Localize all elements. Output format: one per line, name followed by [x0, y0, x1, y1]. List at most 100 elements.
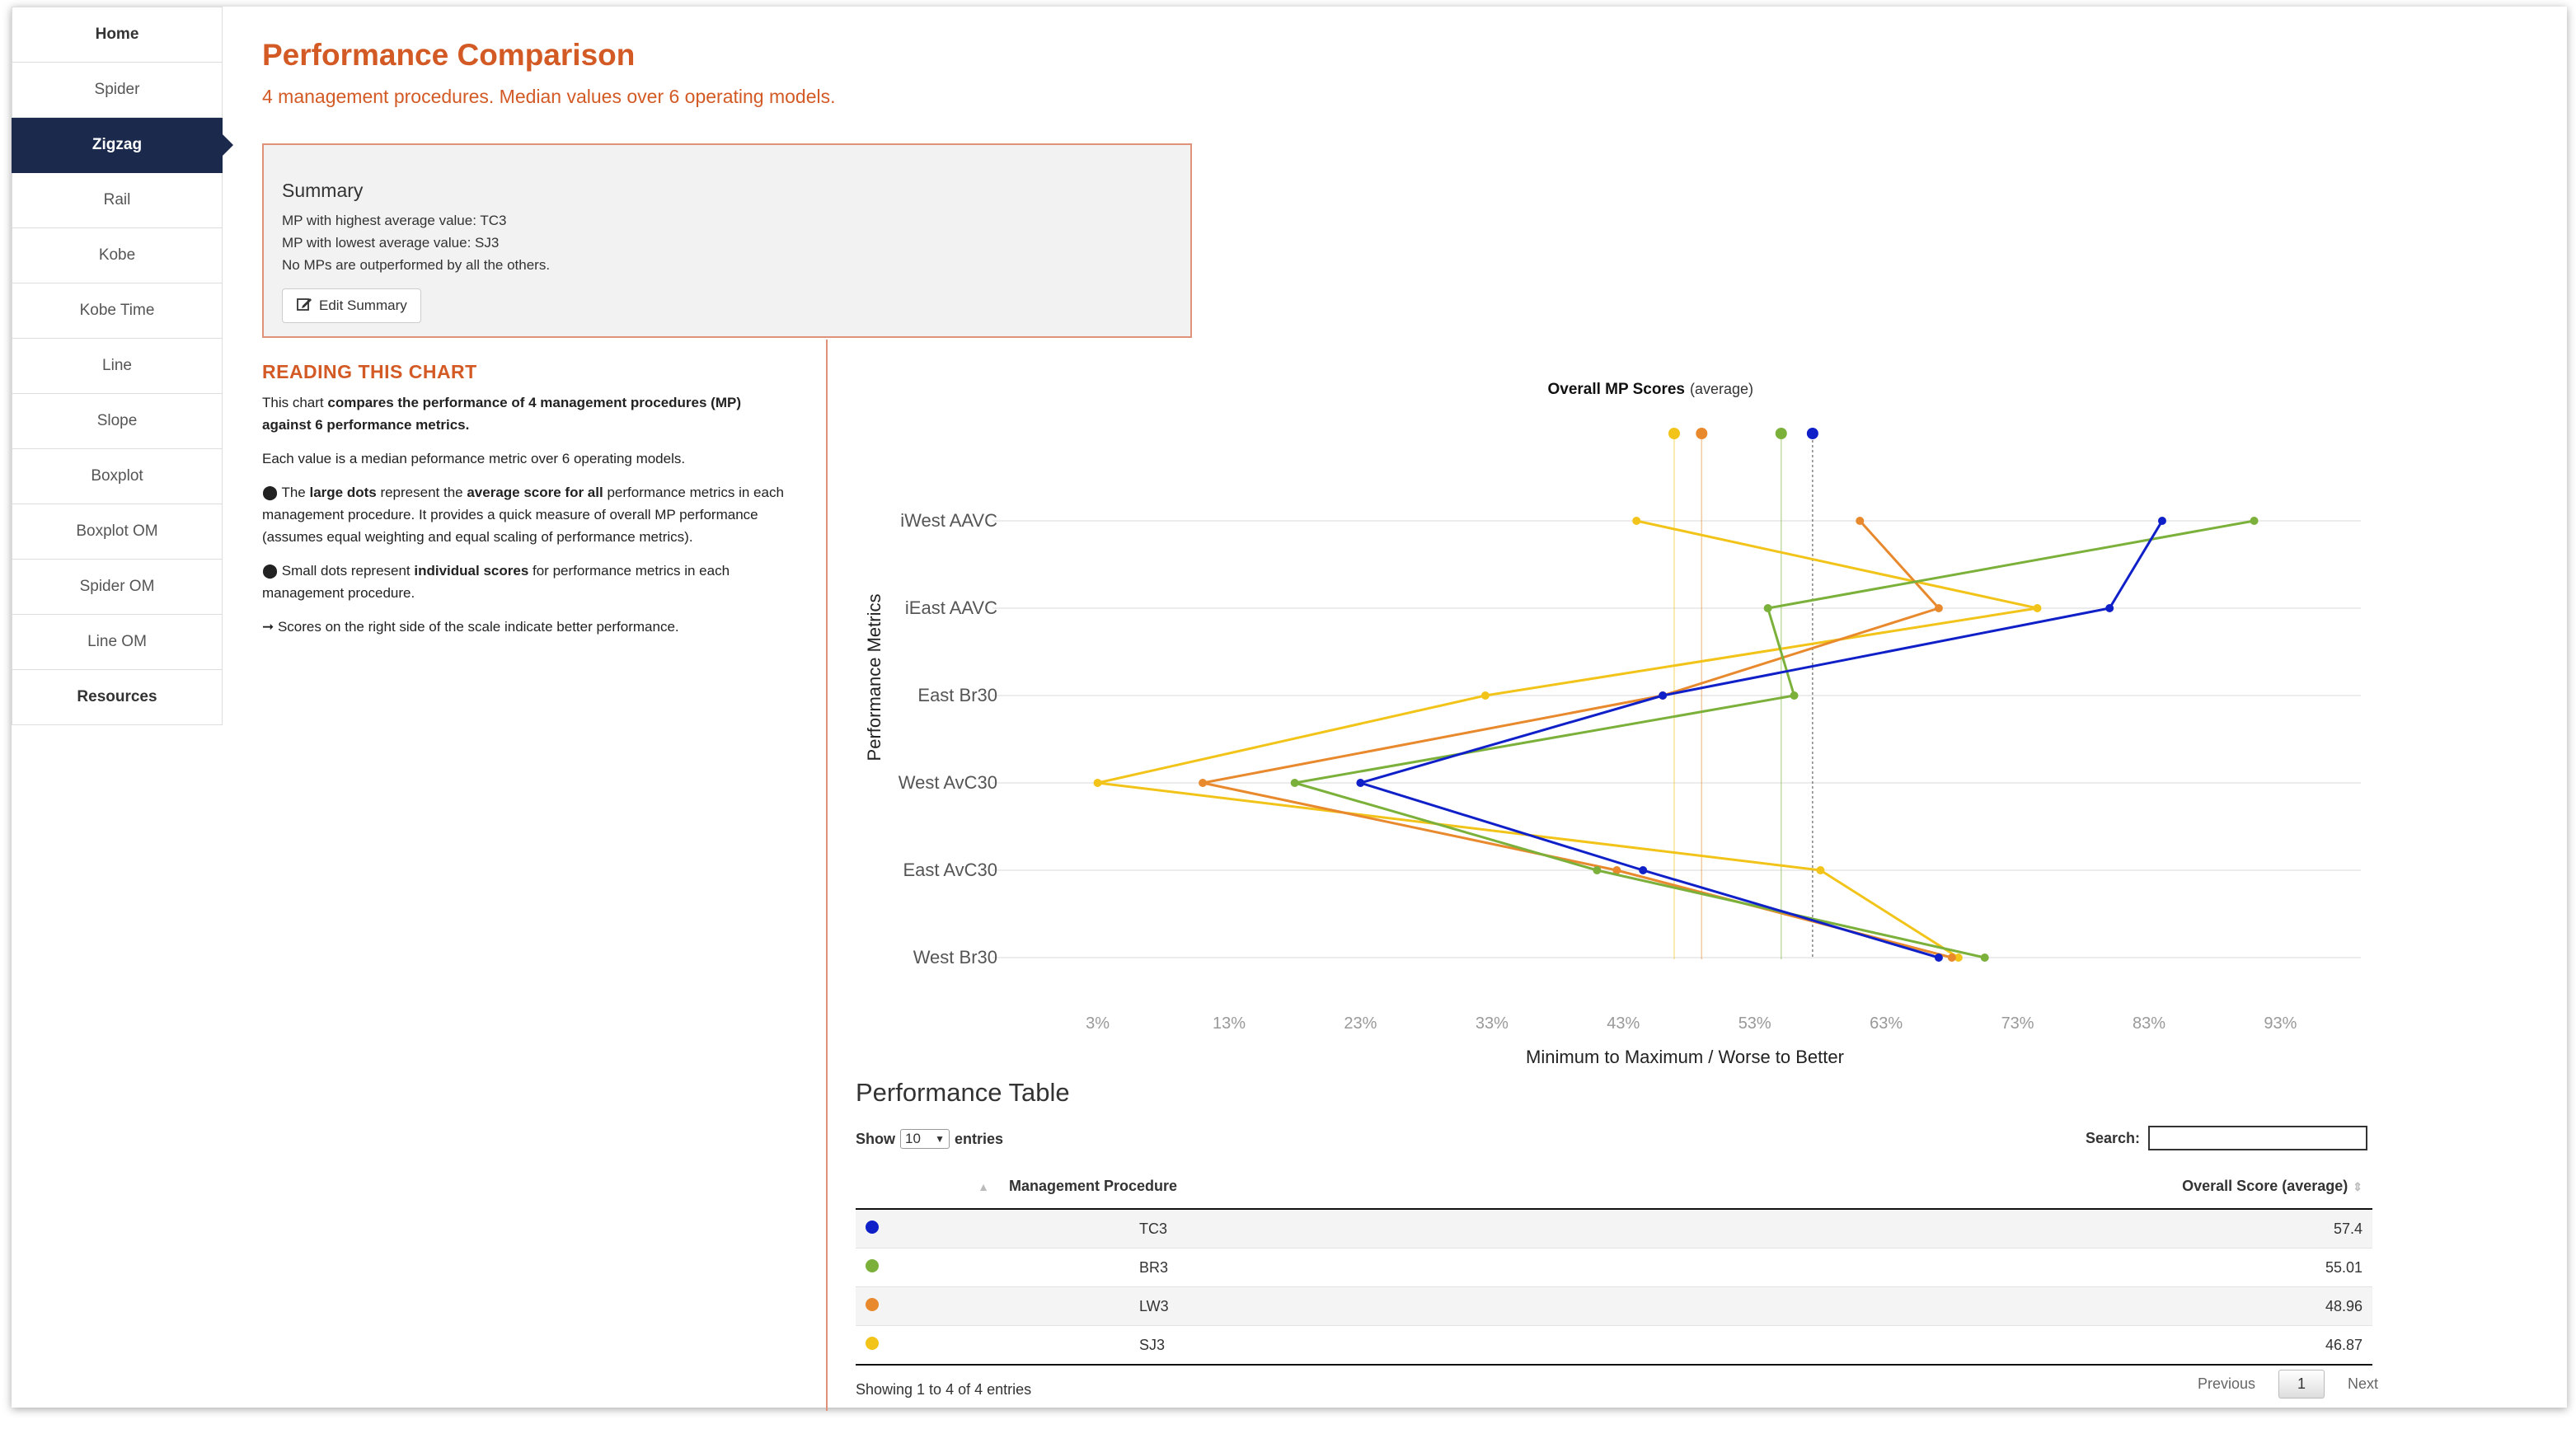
y-axis-label: Performance Metrics [864, 594, 884, 761]
mp-score-cell: 48.96 [1678, 1286, 2372, 1326]
reading-paragraph-2: Each value is a median peformance metric… [262, 451, 686, 466]
data-point [1290, 779, 1299, 787]
summary-line-outperformed: No MPs are outperformed by all the other… [282, 257, 551, 273]
table-search: Search: [2086, 1126, 2368, 1150]
next-page-button[interactable]: Next [2330, 1370, 2396, 1398]
sidebar-item-kobe-time[interactable]: Kobe Time [12, 283, 223, 339]
sidebar-item-boxplot-om[interactable]: Boxplot OM [12, 504, 223, 560]
x-axis-label: Minimum to Maximum / Worse to Better [1526, 1047, 1844, 1067]
sidebar-item-resources[interactable]: Resources [12, 670, 223, 725]
show-entries-control: Show 10 ▼ entries [856, 1129, 1003, 1149]
data-point [1632, 517, 1641, 525]
reading-paragraph-5: ➞ Scores on the right side of the scale … [262, 619, 679, 635]
data-point [2157, 517, 2166, 525]
sidebar-nav: Home Spider Zigzag Rail Kobe Kobe Time L… [12, 7, 233, 725]
sort-icon: ⇕ [2353, 1179, 2363, 1193]
data-point [1199, 779, 1208, 787]
reading-paragraph-1: This chart compares the performance of 4… [262, 395, 741, 433]
x-tick-label: 43% [1607, 1014, 1640, 1033]
x-tick-label: 93% [2264, 1014, 2297, 1033]
average-dot [1775, 428, 1787, 439]
column-header-mp[interactable]: Management Procedure [999, 1164, 1678, 1210]
data-point [1763, 604, 1772, 612]
chart-title-suffix: (average) [1690, 381, 1753, 397]
sidebar-item-kobe[interactable]: Kobe [12, 228, 223, 283]
sidebar-item-boxplot[interactable]: Boxplot [12, 449, 223, 504]
data-point [1639, 866, 1648, 874]
data-point [1934, 953, 1943, 962]
row-color-cell [856, 1286, 999, 1326]
x-tick-label: 73% [2001, 1014, 2034, 1033]
bullet-icon: ⬤ [262, 485, 279, 500]
data-point [1790, 691, 1799, 700]
row-color-cell [856, 1248, 999, 1287]
x-tick-label: 3% [1086, 1014, 1110, 1033]
x-tick-label: 23% [1344, 1014, 1377, 1033]
data-point [1947, 953, 1956, 962]
mp-color-dot [866, 1258, 879, 1272]
sidebar-item-home[interactable]: Home [12, 7, 223, 63]
summary-line-lowest: MP with lowest average value: SJ3 [282, 235, 500, 251]
x-tick-label: 83% [2133, 1014, 2165, 1033]
mp-name-cell: TC3 [999, 1209, 1678, 1249]
y-tick-label: iEast AAVC [905, 597, 997, 618]
mp-color-dot [866, 1220, 879, 1234]
page-title: Performance Comparison [262, 38, 636, 72]
sidebar-item-line-om[interactable]: Line OM [12, 615, 223, 670]
series-line [1358, 520, 2164, 959]
table-row: BR3 55.01 [856, 1248, 2372, 1287]
data-point [2105, 604, 2114, 612]
data-point [1816, 866, 1825, 874]
summary-title: Summary [282, 180, 364, 201]
mp-score-cell: 46.87 [1678, 1325, 2372, 1366]
mp-color-dot [866, 1336, 879, 1350]
chart-title: Overall MP Scores [1547, 381, 1685, 398]
chevron-down-icon: ▼ [935, 1133, 945, 1145]
column-header-score[interactable]: Overall Score (average) ⇕ [1678, 1164, 2372, 1210]
sidebar-item-zigzag[interactable]: Zigzag [12, 118, 233, 173]
page-1-button[interactable]: 1 [2278, 1370, 2325, 1399]
y-tick-label: iWest AAVC [900, 510, 997, 531]
reading-title: READING THIS CHART [262, 361, 477, 382]
table-row: TC3 57.4 [856, 1209, 2372, 1249]
app-frame: Home Spider Zigzag Rail Kobe Kobe Time L… [12, 7, 2567, 1411]
table-title: Performance Table [856, 1078, 1070, 1107]
data-point [1593, 866, 1602, 874]
data-point [1856, 517, 1865, 525]
edit-summary-label: Edit Summary [319, 298, 407, 313]
reading-paragraph-4: ⬤ Small dots represent individual scores… [262, 563, 730, 601]
column-header-color[interactable]: ▲ [856, 1164, 999, 1210]
average-dot [1696, 428, 1708, 439]
average-dot [1806, 428, 1818, 439]
sidebar-item-spider[interactable]: Spider [12, 63, 223, 118]
sort-icon: ▲ [978, 1179, 989, 1193]
entries-select[interactable]: 10 ▼ [900, 1129, 950, 1149]
sidebar-item-spider-om[interactable]: Spider OM [12, 560, 223, 615]
data-point [1356, 779, 1365, 787]
x-tick-label: 13% [1213, 1014, 1246, 1033]
sidebar-item-slope[interactable]: Slope [12, 394, 223, 449]
x-tick-label: 33% [1476, 1014, 1509, 1033]
page-subtitle: 4 management procedures. Median values o… [262, 86, 836, 107]
mp-name-cell: SJ3 [999, 1325, 1678, 1366]
edit-icon [296, 296, 312, 316]
data-point [1659, 691, 1668, 700]
previous-page-button[interactable]: Previous [2180, 1370, 2273, 1398]
table-row: SJ3 46.87 [856, 1325, 2372, 1366]
edit-summary-button[interactable]: Edit Summary [282, 288, 421, 323]
table-info: Showing 1 to 4 of 4 entries [856, 1381, 1032, 1398]
data-point [1093, 779, 1102, 787]
sidebar-item-line[interactable]: Line [12, 339, 223, 394]
mp-name-cell: BR3 [999, 1248, 1678, 1287]
zigzag-chart: iWest AAVC iEast AAVC East Br30 West AvC30 E… [864, 381, 2361, 1067]
summary-panel: Summary MP with highest average value: T… [262, 143, 1192, 338]
sidebar-item-rail[interactable]: Rail [12, 173, 223, 228]
reading-section: READING THIS CHART This chart compares t… [262, 361, 790, 649]
search-input[interactable] [2148, 1126, 2368, 1150]
data-point [1934, 604, 1943, 612]
data-point [2033, 604, 2042, 612]
x-tick-label: 63% [1870, 1014, 1903, 1033]
y-tick-label: East AvC30 [903, 860, 997, 880]
y-tick-label: West Br30 [913, 947, 997, 968]
y-tick-label: West AvC30 [899, 772, 997, 793]
